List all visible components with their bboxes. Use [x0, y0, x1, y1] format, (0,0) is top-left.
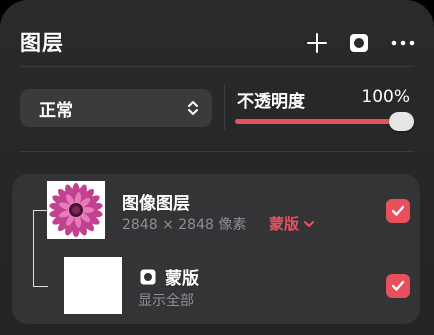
panel-title: 图层	[20, 31, 64, 55]
header-divider	[20, 66, 414, 67]
section-divider	[20, 151, 414, 152]
mask-dropdown-label: 蒙版	[269, 215, 300, 233]
chevron-down-icon	[304, 220, 315, 227]
more-icon	[391, 40, 415, 46]
opacity-slider[interactable]	[235, 112, 414, 132]
add-layer-button[interactable]	[304, 30, 330, 56]
opacity-value: 100%	[361, 87, 410, 107]
checkmark-icon	[391, 280, 405, 291]
image-layer-thumbnail	[47, 181, 105, 239]
layer-visibility-checkbox-mask[interactable]	[386, 274, 410, 298]
mask-layer-title: 蒙版	[140, 264, 199, 289]
more-options-button[interactable]	[388, 30, 418, 56]
opacity-label: 不透明度	[237, 92, 305, 112]
plus-icon	[307, 33, 327, 53]
blend-mode-value: 正常	[39, 100, 73, 121]
mask-layer-thumbnail	[64, 257, 122, 314]
layer-name-image: 图像图层	[122, 194, 190, 214]
layer-connector	[33, 210, 48, 287]
mask-status: 显示全部	[138, 293, 194, 309]
layer-name-mask: 蒙版	[165, 269, 199, 289]
opacity-slider-thumb[interactable]	[389, 112, 414, 131]
chevron-up-down-icon	[188, 101, 198, 115]
mask-icon	[350, 34, 368, 52]
add-mask-button[interactable]	[347, 30, 371, 56]
layers-panel: 图层 正常 不透明度 100% 图像图层 2848 × 2848 像素 蒙版 蒙…	[0, 0, 434, 335]
layer-visibility-checkbox-image[interactable]	[386, 199, 410, 223]
flower-image	[49, 183, 103, 237]
mask-icon	[140, 269, 156, 284]
opacity-slider-fill	[235, 119, 405, 124]
blend-mode-select[interactable]: 正常	[20, 89, 212, 127]
layer-dimensions: 2848 × 2848 像素	[122, 217, 247, 233]
mask-dropdown[interactable]: 蒙版	[269, 213, 315, 234]
controls-separator	[224, 84, 225, 130]
checkmark-icon	[391, 205, 405, 216]
